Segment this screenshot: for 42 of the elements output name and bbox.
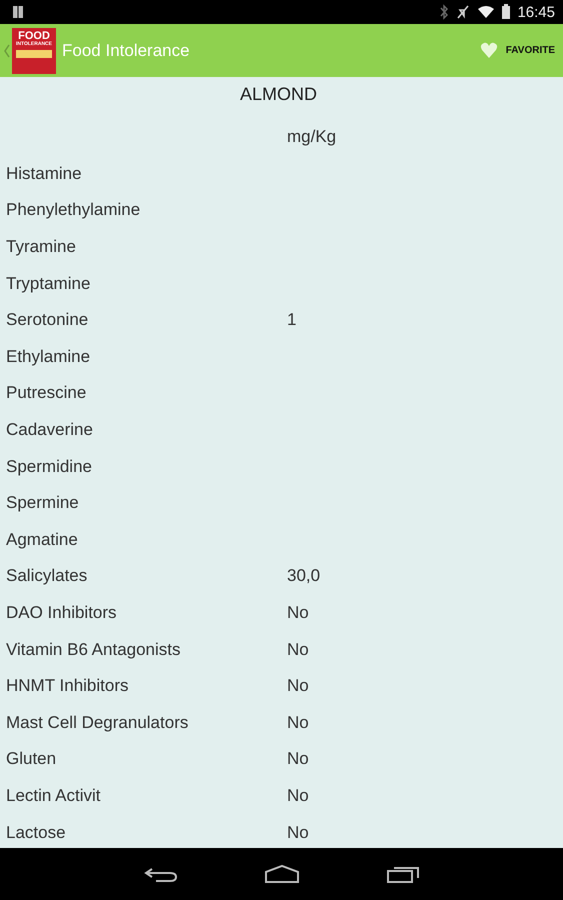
substance-value: No	[287, 749, 309, 770]
wifi-icon	[477, 5, 496, 19]
clock-time: 16:45	[517, 4, 555, 20]
recent-apps-icon[interactable]	[386, 864, 420, 884]
battery-icon	[501, 4, 512, 20]
substance-name: Cadaverine	[5, 420, 94, 440]
substance-value: 1	[287, 310, 296, 330]
bluetooth-icon	[439, 4, 450, 20]
substance-name: Vitamin B6 Antagonists	[5, 640, 182, 660]
substance-name: Putrescine	[5, 383, 88, 404]
logo-text: FOOD	[18, 30, 50, 42]
substance-name: Ethylamine	[5, 346, 92, 367]
app-title: Food Intolerance	[62, 40, 190, 60]
substance-value: No	[287, 712, 309, 733]
heart-icon	[480, 42, 498, 59]
substance-name: Agmatine	[5, 530, 79, 550]
unit-header: mg/Kg	[287, 127, 336, 148]
substance-name: Salicylates	[5, 566, 88, 586]
substance-name: Spermidine	[5, 456, 93, 477]
substance-value: No	[287, 786, 309, 806]
substance-value: No	[287, 676, 309, 696]
favorite-button[interactable]: FAVORITE	[480, 38, 555, 63]
substance-name: Lectin Activit	[5, 786, 102, 806]
substance-name: HNMT Inhibitors	[5, 676, 130, 696]
substance-value: No	[287, 603, 309, 624]
substance-value: 30,0	[287, 566, 320, 586]
substance-name: DAO Inhibitors	[5, 603, 118, 624]
substance-name: Serotonine	[5, 310, 90, 330]
substance-name: Tryptamine	[5, 274, 92, 294]
food-name: ALMOND	[238, 83, 318, 106]
substance-name: Gluten	[5, 749, 58, 770]
substance-value: No	[287, 640, 309, 660]
substance-value: No	[287, 822, 309, 843]
substance-name: Phenylethylamine	[5, 200, 142, 220]
notification-icon	[12, 5, 24, 19]
substance-name: Mast Cell Degranulators	[5, 712, 190, 733]
substance-name: Histamine	[5, 164, 83, 184]
home-icon[interactable]	[264, 864, 300, 884]
substance-name: Lactose	[5, 822, 67, 843]
substance-name: Tyramine	[5, 237, 77, 258]
substance-name: Spermine	[5, 493, 80, 514]
mute-icon	[455, 4, 472, 20]
